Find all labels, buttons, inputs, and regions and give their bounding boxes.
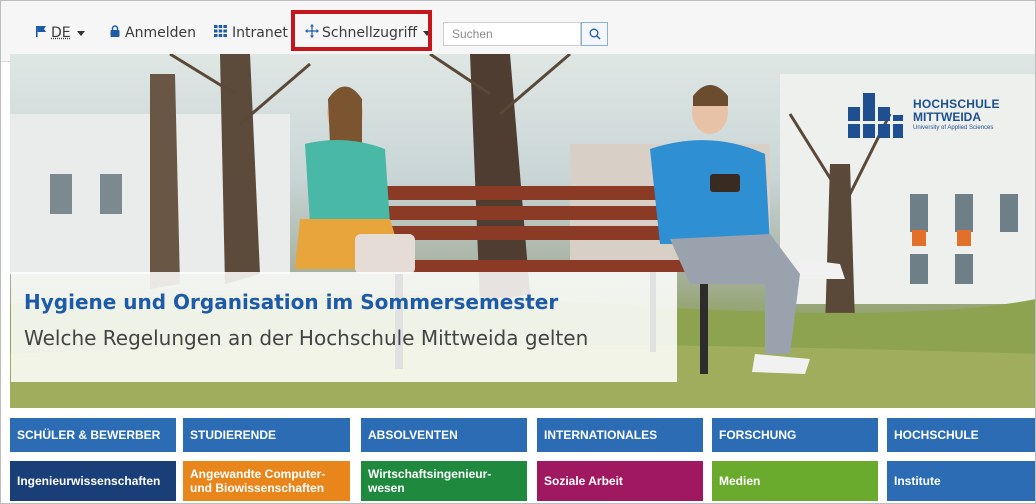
- faculty-institute[interactable]: Institute: [887, 461, 1036, 501]
- login-label: Anmelden: [125, 25, 196, 41]
- faculty-label-line2: wesen: [368, 481, 405, 495]
- language-label: DE: [51, 25, 71, 41]
- faculty-angewandte-computer[interactable]: Angewandte Computer-und Biowissenschafte…: [183, 461, 350, 501]
- hero-headline[interactable]: Hygiene und Organisation im Sommersemest…: [24, 290, 558, 314]
- university-logo[interactable]: HOCHSCHULE MITTWEIDA University of Appli…: [848, 93, 1016, 139]
- logo-icon: [848, 93, 903, 138]
- category-label: FORSCHUNG: [719, 428, 797, 442]
- category-label: ABSOLVENTEN: [368, 428, 458, 442]
- search-input[interactable]: Suchen: [443, 22, 581, 46]
- lock-icon: [110, 25, 120, 41]
- category-label: INTERNATIONALES: [544, 428, 658, 442]
- category-schueler-bewerber[interactable]: SCHÜLER & BEWERBER: [10, 418, 176, 452]
- faculty-label-line1: Ingenieurwissenschaften: [17, 474, 161, 488]
- intranet-label: Intranet: [232, 25, 288, 41]
- faculty-wirtschaftsingenieurwesen[interactable]: Wirtschaftsingenieur-wesen: [361, 461, 527, 501]
- grid-icon: [214, 25, 227, 41]
- language-selector[interactable]: DE: [36, 22, 85, 44]
- category-studierende[interactable]: STUDIERENDE: [183, 418, 350, 452]
- faculty-label-line1: Institute: [894, 474, 941, 488]
- category-absolventen[interactable]: ABSOLVENTEN: [361, 418, 527, 452]
- intranet-link[interactable]: Intranet: [214, 22, 288, 44]
- category-hochschule[interactable]: HOCHSCHULE: [887, 418, 1036, 452]
- chevron-down-icon: [76, 30, 85, 36]
- faculty-label-line1: Wirtschaftsingenieur-: [368, 467, 492, 481]
- faculty-ingenieurwissenschaften[interactable]: Ingenieurwissenschaften: [10, 461, 176, 501]
- faculty-medien[interactable]: Medien: [712, 461, 878, 501]
- category-label: SCHÜLER & BEWERBER: [17, 428, 161, 442]
- logo-text-line2: MITTWEIDA: [913, 110, 981, 124]
- hero-subline: Welche Regelungen an der Hochschule Mitt…: [24, 326, 589, 350]
- faculty-label-line1: Angewandte Computer-: [190, 467, 326, 481]
- search-icon: [589, 25, 601, 44]
- category-forschung[interactable]: FORSCHUNG: [712, 418, 878, 452]
- category-label: HOCHSCHULE: [894, 428, 979, 442]
- search-button[interactable]: [581, 22, 608, 46]
- search-placeholder: Suchen: [452, 27, 493, 41]
- faculty-soziale-arbeit[interactable]: Soziale Arbeit: [537, 461, 703, 501]
- faculty-label-line1: Soziale Arbeit: [544, 474, 623, 488]
- category-internationales[interactable]: INTERNATIONALES: [537, 418, 703, 452]
- logo-text-line1: HOCHSCHULE: [913, 97, 1000, 111]
- faculty-label-line2: und Biowissenschaften: [190, 481, 325, 495]
- category-label: STUDIERENDE: [190, 428, 277, 442]
- login-link[interactable]: Anmelden: [110, 22, 196, 44]
- faculty-label-line1: Medien: [719, 474, 761, 488]
- flag-icon: [36, 25, 46, 41]
- quickaccess-highlight-frame: [291, 10, 432, 51]
- logo-tagline: University of Applied Sciences: [913, 125, 994, 131]
